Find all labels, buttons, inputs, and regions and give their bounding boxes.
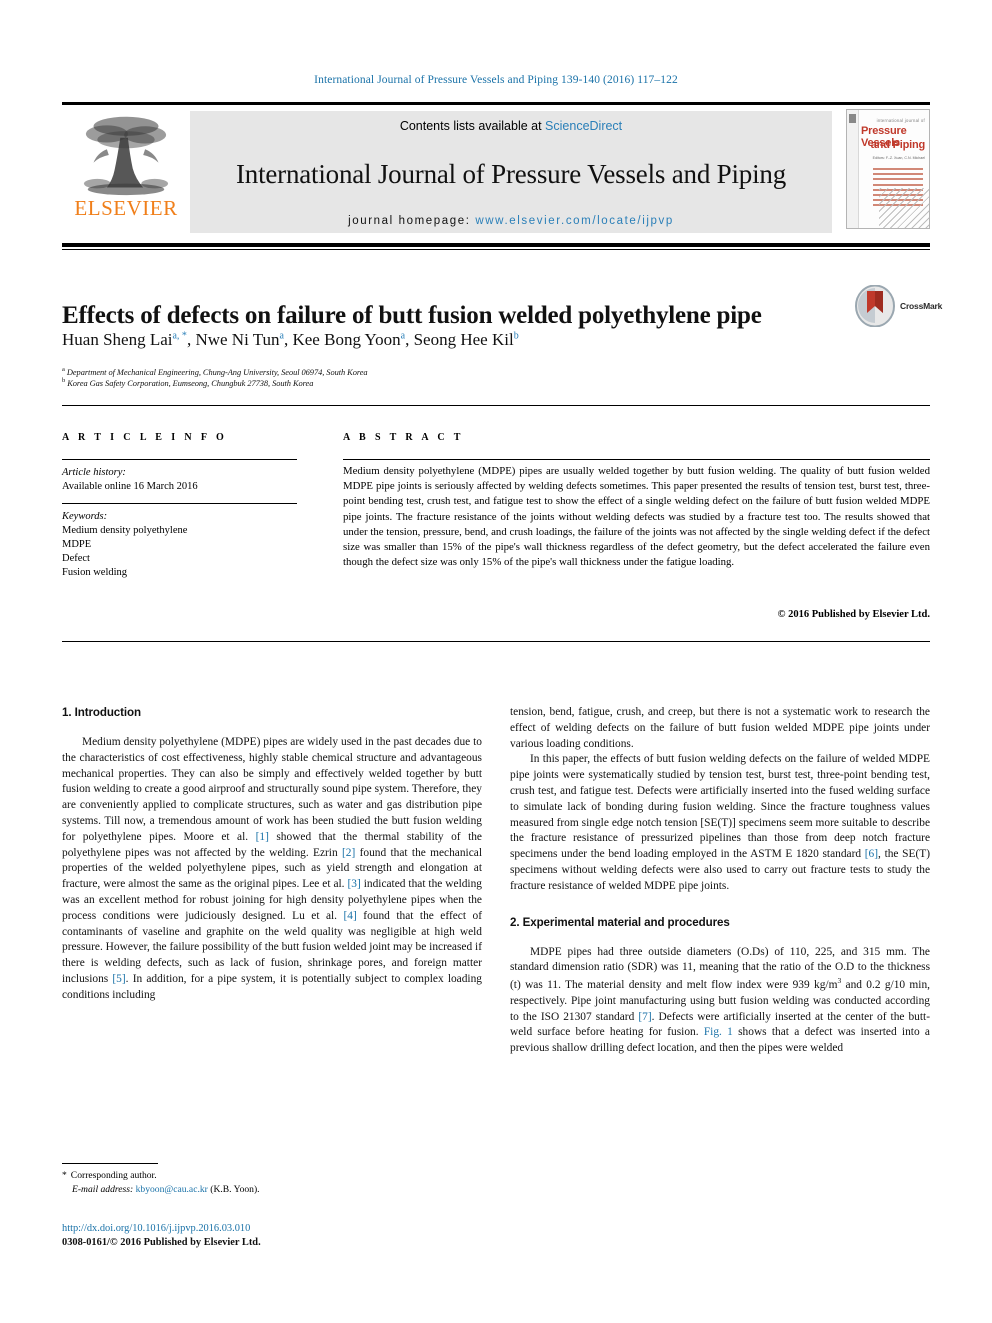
paragraph-right-2: In this paper, the effects of butt fusio… [510, 752, 930, 894]
author-name-3: Kee Bong Yoon [292, 330, 401, 349]
keyword-item: MDPE [62, 538, 92, 550]
affiliation-mark-a: a [62, 366, 65, 373]
figure-ref-1[interactable]: Fig. 1 [704, 1026, 733, 1038]
keyword-item: Fusion welding [62, 566, 128, 578]
citation-ref-4[interactable]: [4] [344, 910, 357, 922]
cover-spine [847, 110, 859, 228]
keyword-item: Medium density polyethylene [62, 524, 188, 536]
abstract-copyright: © 2016 Published by Elsevier Ltd. [777, 609, 930, 620]
intro-text-a: Medium density polyethylene (MDPE) pipes… [62, 736, 482, 843]
cover-publisher-mark [849, 114, 856, 123]
keyword-item: Defect [62, 552, 90, 564]
cover-diagonal-band [879, 188, 929, 228]
section-heading-introduction: 1. Introduction [62, 706, 142, 719]
crossmark-icon [855, 284, 895, 328]
masthead-band: Contents lists available at ScienceDirec… [190, 111, 832, 233]
affiliation-a: a Department of Mechanical Engineering, … [62, 366, 762, 377]
elsevier-wordmark: ELSEVIER [74, 196, 178, 220]
journal-homepage-line: journal homepage: www.elsevier.com/locat… [348, 215, 674, 227]
contents-prefix: Contents lists available at [399, 119, 546, 133]
author-marks-4: b [513, 330, 519, 342]
section-heading-experimental: 2. Experimental material and procedures [510, 915, 730, 929]
contents-line: Contents lists available at ScienceDirec… [400, 119, 622, 133]
author-marks-1: a, * [172, 330, 187, 342]
affiliation-b: b Korea Gas Safety Corporation, Eumseong… [62, 377, 762, 388]
citation-ref-5[interactable]: [5] [112, 973, 125, 985]
citation-ref-7[interactable]: [7] [638, 1011, 651, 1023]
title-rule-thick [62, 243, 930, 247]
cover-kicker: international journal of [876, 118, 925, 123]
doi-link[interactable]: http://dx.doi.org/10.1016/j.ijpvp.2016.0… [62, 1223, 250, 1234]
email-line: E-mail address: kbyoon@cau.ac.kr (K.B. Y… [62, 1183, 482, 1197]
intro-text-f: . In addition, for a pipe system, it is … [62, 973, 482, 1001]
affiliation-text-b: Korea Gas Safety Corporation, Eumseong, … [67, 378, 314, 388]
journal-cover-thumbnail: international journal of Pressure Vessel… [846, 109, 930, 229]
author-marks-2: a [279, 330, 284, 342]
corresponding-author-line: * Corresponding author. [62, 1169, 482, 1183]
author-name-4: Seong Hee Kil [413, 330, 514, 349]
email-suffix: (K.B. Yoon). [210, 1183, 260, 1195]
article-history-label: Article history: [62, 467, 126, 478]
article-info-rule-2 [62, 503, 297, 504]
citation-ref-2[interactable]: [2] [342, 847, 355, 859]
article-info-rule-1 [62, 459, 297, 460]
journal-homepage-link[interactable]: www.elsevier.com/locate/ijpvp [475, 215, 674, 227]
author-name-2: Nwe Ni Tun [195, 330, 280, 349]
body-column-right: tension, bend, fatigue, crush, and creep… [510, 705, 930, 1057]
crossmark-label: CrossMark [900, 301, 943, 311]
body-column-left: 1. Introduction Medium density polyethyl… [62, 705, 482, 1004]
article-history: Article history: Available online 16 Mar… [62, 466, 297, 494]
info-section-top-rule [62, 405, 930, 406]
abstract-heading: A B S T R A C T [343, 432, 464, 443]
crossmark-badge[interactable]: CrossMark [855, 283, 955, 329]
citation-ref-6[interactable]: [6] [865, 848, 878, 860]
elsevier-logo: ELSEVIER [62, 105, 190, 235]
journal-masthead: ELSEVIER Contents lists available at Sci… [62, 102, 930, 235]
journal-title: International Journal of Pressure Vessel… [235, 158, 786, 189]
abstract-rule [343, 459, 930, 460]
cover-title-line2: and Piping [870, 139, 925, 151]
author-marks-3: a [400, 330, 406, 342]
elsevier-tree-icon [83, 116, 169, 196]
paragraph-right-3: MDPE pipes had three outside diameters (… [510, 945, 930, 1057]
affiliation-mark-b: b [62, 377, 66, 384]
abstract-text: Medium density polyethylene (MDPE) pipes… [343, 465, 930, 569]
cover-editors: Editors: F.-Z. Xuan, C.N. Michael [872, 156, 925, 160]
email-label: E-mail address: [72, 1183, 134, 1195]
sciencedirect-link[interactable]: ScienceDirect [545, 119, 622, 133]
keywords-block: Keywords: Medium density polyethylene MD… [62, 510, 297, 580]
footnote-rule [62, 1163, 158, 1164]
issn-copyright-line: 0308-0161/© 2016 Published by Elsevier L… [62, 1237, 261, 1248]
citation-ref-3[interactable]: [3] [347, 878, 360, 890]
info-section-bottom-rule [62, 641, 930, 642]
running-head: International Journal of Pressure Vessel… [314, 74, 678, 86]
paper-page: International Journal of Pressure Vessel… [0, 0, 992, 1323]
corresponding-author-marker: * [62, 1170, 67, 1181]
paragraph-intro: Medium density polyethylene (MDPE) pipes… [62, 735, 482, 1004]
right2-text-a: In this paper, the effects of butt fusio… [510, 753, 930, 861]
article-history-value: Available online 16 March 2016 [62, 480, 198, 492]
page-title: Effects of defects on failure of butt fu… [62, 301, 762, 329]
homepage-prefix: journal homepage: [348, 215, 476, 227]
author-list: Huan Sheng Laia, *, Nwe Ni Tuna, Kee Bon… [62, 330, 519, 349]
citation-ref-1[interactable]: [1] [256, 831, 269, 843]
article-info-heading: A R T I C L E I N F O [62, 432, 228, 443]
author-name-1: Huan Sheng Lai [62, 330, 173, 349]
keywords-label: Keywords: [62, 511, 108, 522]
paragraph-right-1: tension, bend, fatigue, crush, and creep… [510, 706, 930, 750]
affiliation-text-a: Department of Mechanical Engineering, Ch… [66, 367, 368, 377]
corresponding-author-label: Corresponding author. [70, 1170, 157, 1181]
journal-cover-column: international journal of Pressure Vessel… [832, 105, 930, 235]
email-link[interactable]: kbyoon@cau.ac.kr [136, 1184, 208, 1195]
footnote-block: * Corresponding author. E-mail address: k… [62, 1169, 482, 1197]
title-rule-thin [62, 249, 930, 250]
